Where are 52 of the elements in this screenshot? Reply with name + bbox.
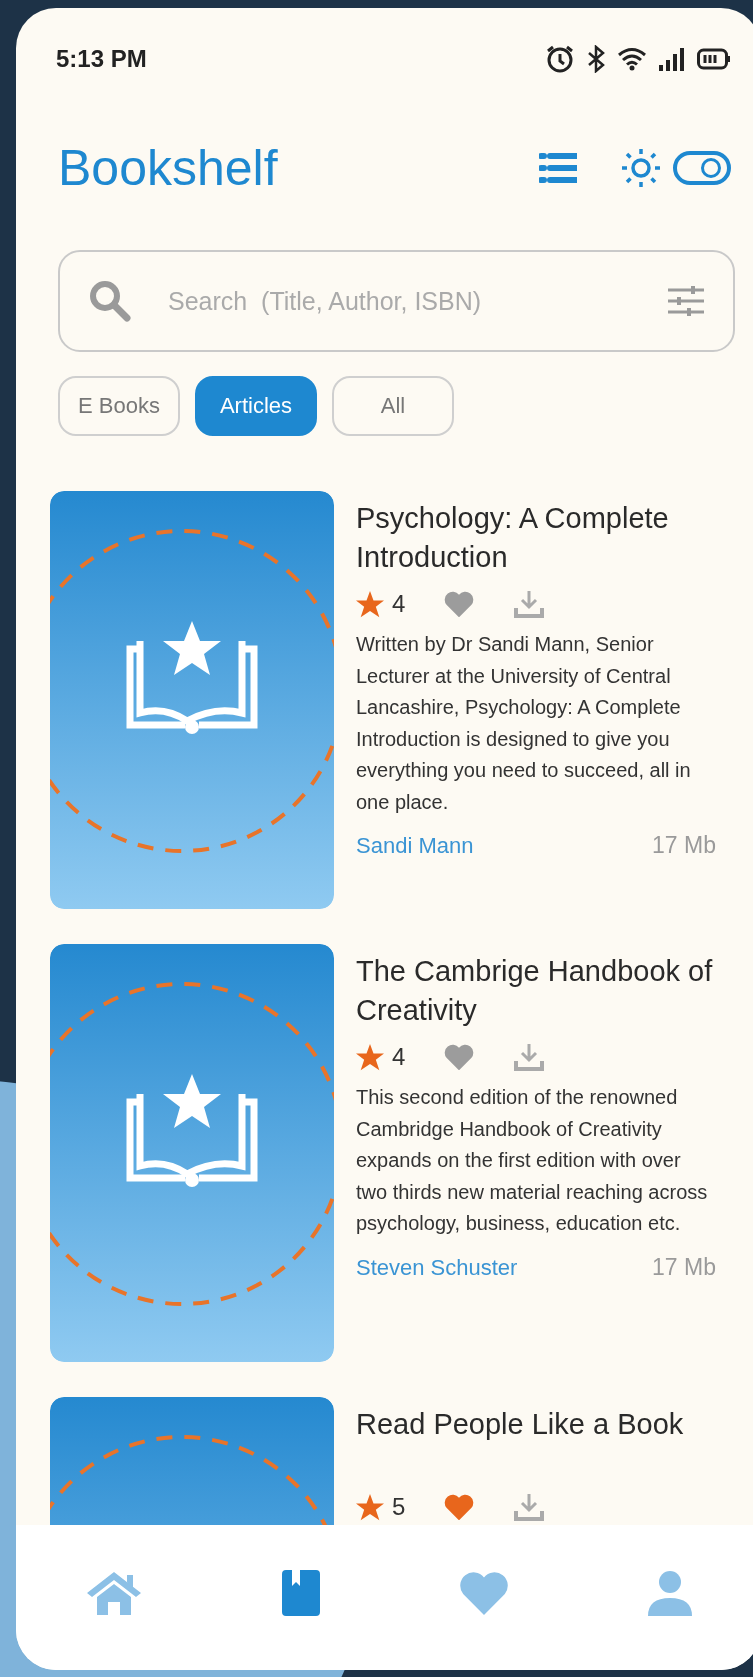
- book-title: Read People Like a Book: [356, 1407, 685, 1442]
- favorite-button[interactable]: [444, 590, 474, 618]
- download-button[interactable]: [514, 590, 544, 618]
- theme-button[interactable]: [621, 148, 661, 188]
- download-icon: [514, 1493, 544, 1521]
- download-button[interactable]: [514, 1493, 544, 1521]
- filter-chip[interactable]: Articles: [195, 376, 317, 436]
- wifi-icon: [617, 47, 647, 71]
- star-icon: [356, 1043, 384, 1071]
- signal-icon: [659, 47, 685, 71]
- star-icon: [356, 590, 384, 618]
- file-size: 17 Mb: [652, 1253, 716, 1281]
- book-title: Psychology: A Complete Introduction: [356, 501, 670, 575]
- heart-icon: [444, 1493, 474, 1521]
- author-link[interactable]: Sandi Mann: [356, 833, 474, 859]
- nav-tab[interactable]: [647, 1569, 692, 1616]
- nav-tab[interactable]: [282, 1569, 321, 1616]
- star-icon: [356, 1493, 384, 1521]
- search-bar[interactable]: Search (Title, Author, ISBN): [58, 250, 735, 352]
- book-description: Written by Dr Sandi Mann, Senior Lecturer at the University of Central Lancashire, Psychology: A Complete Introduction is designed to give you everything you need to succeed, all in one place.: [356, 632, 692, 815]
- book-title: The Cambrige Handbook of Creativity: [356, 954, 714, 1028]
- heart-icon: [458, 1570, 509, 1615]
- nav-tab[interactable]: [458, 1570, 509, 1615]
- search-input[interactable]: Search (Title, Author, ISBN): [166, 285, 633, 317]
- filter-chip[interactable]: E Books: [58, 376, 180, 436]
- book-description: This second edition of the renowned Cambridge Handbook of Creativity expands on the first edition with over two thirds new material reaching across psychology, business, education etc.: [356, 1085, 709, 1236]
- download-icon: [514, 1043, 544, 1071]
- profile-icon: [647, 1569, 692, 1616]
- favorite-button[interactable]: [444, 1493, 474, 1521]
- heart-icon: [444, 590, 474, 618]
- heart-icon: [444, 1043, 474, 1071]
- rating-value: 4: [392, 1043, 407, 1071]
- author-link[interactable]: Steven Schuster: [356, 1254, 518, 1281]
- status-time: 5:13 PM: [56, 45, 147, 73]
- file-size: 17 Mb: [652, 832, 716, 859]
- download-button[interactable]: [514, 1043, 544, 1071]
- rating-value: 5: [392, 1493, 407, 1521]
- list-icon: [539, 152, 577, 184]
- filter-sliders-icon[interactable]: [667, 286, 705, 316]
- app-title: Bookshelf: [58, 139, 279, 197]
- bookmark-book-icon: [282, 1569, 321, 1616]
- alarm-icon: [545, 44, 575, 74]
- battery-icon: [697, 48, 731, 70]
- theme-toggle[interactable]: [673, 151, 731, 185]
- download-icon: [514, 590, 544, 618]
- filter-chip[interactable]: All: [332, 376, 454, 436]
- rating-value: 4: [392, 590, 407, 618]
- bluetooth-icon: [587, 45, 605, 73]
- sun-icon: [621, 148, 661, 188]
- list-view-button[interactable]: [539, 152, 577, 184]
- favorite-button[interactable]: [444, 1043, 474, 1071]
- search-icon: [88, 279, 132, 323]
